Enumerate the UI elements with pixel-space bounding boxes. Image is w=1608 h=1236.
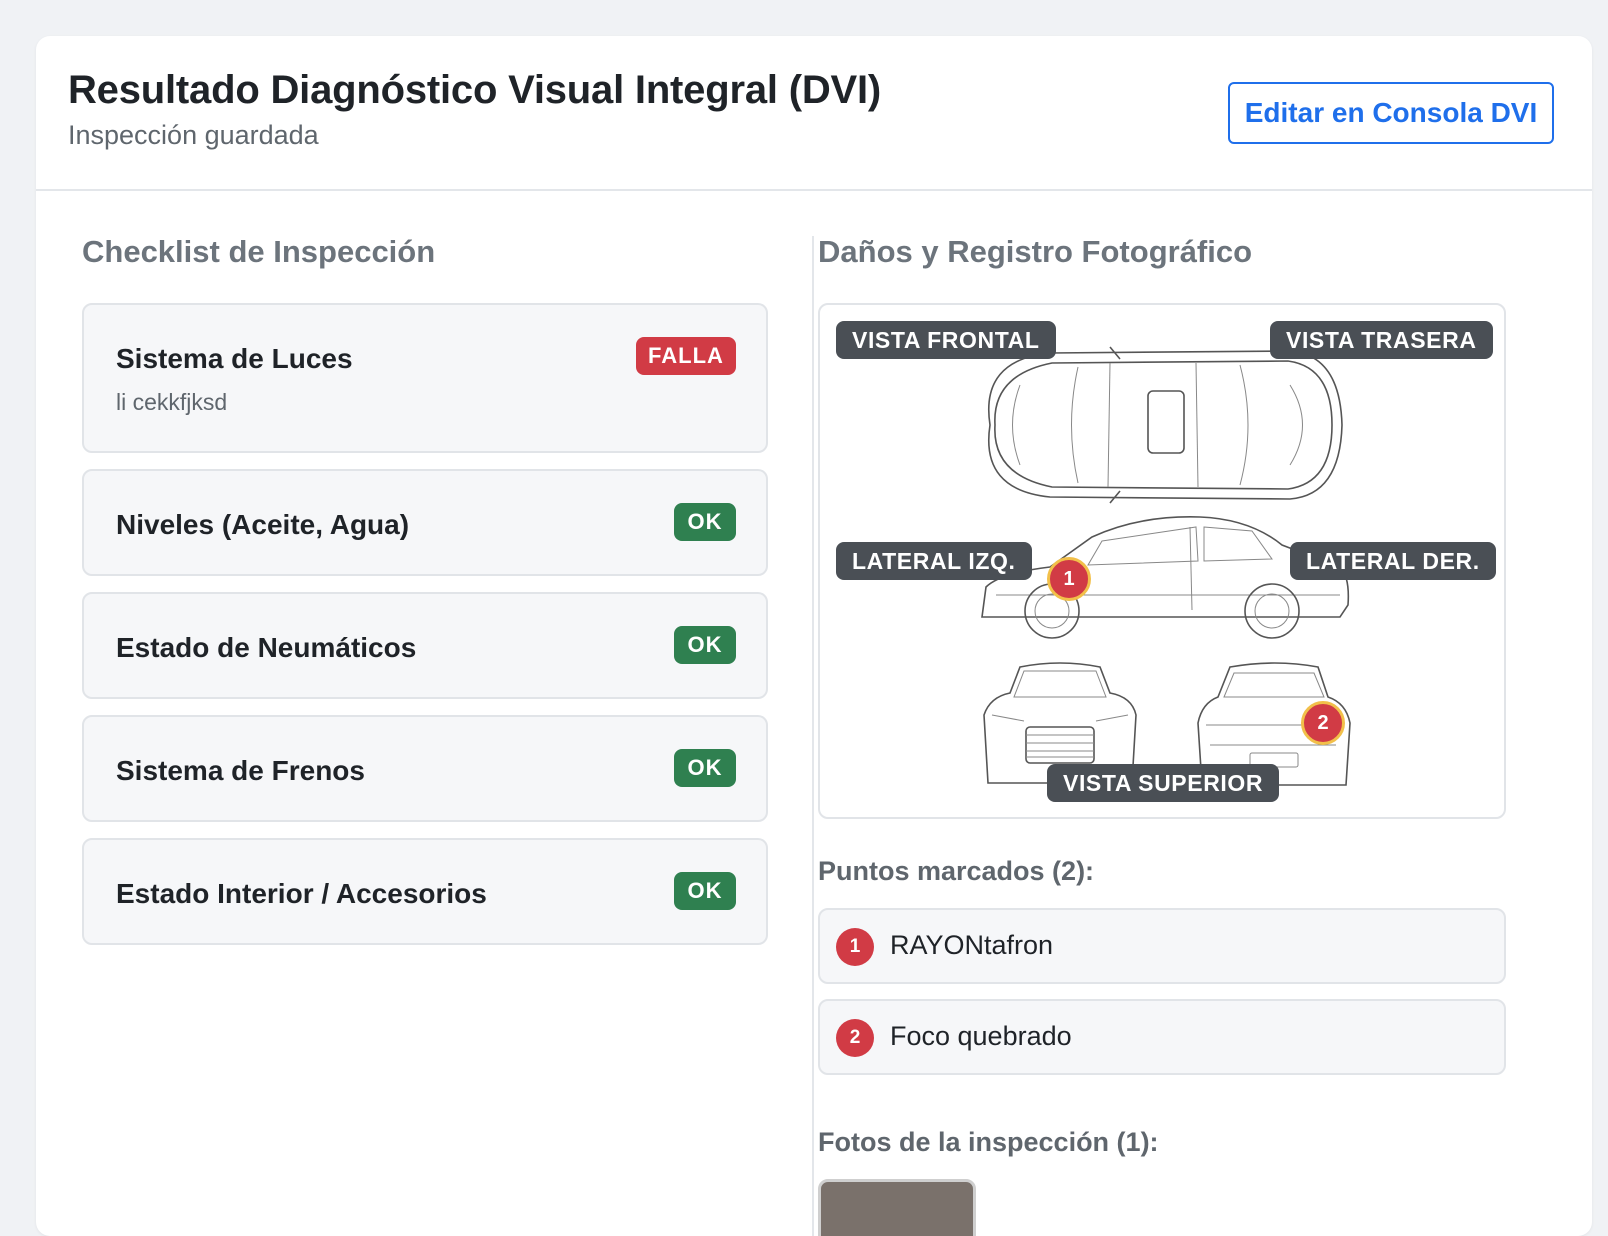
status-badge-ok: OK (674, 749, 736, 787)
damage-marker-1[interactable]: 1 (1047, 557, 1091, 601)
view-tag-front: VISTA FRONTAL (836, 321, 1056, 359)
checklist-item-tires: Estado de Neumáticos OK (82, 592, 768, 699)
status-badge-ok: OK (674, 626, 736, 664)
checklist-item-name: Estado de Neumáticos (116, 632, 417, 663)
checklist-item-name: Sistema de Frenos (116, 755, 365, 786)
card-header: Resultado Diagnóstico Visual Integral (D… (36, 36, 1592, 191)
view-tag-right: LATERAL DER. (1290, 542, 1496, 580)
view-tag-rear: VISTA TRASERA (1270, 321, 1493, 359)
point-description: Foco quebrado (890, 1021, 1072, 1051)
damage-marker-2[interactable]: 2 (1301, 701, 1345, 745)
damage-section-title: Daños y Registro Fotográfico (818, 234, 1253, 269)
checklist-item-note: li cekkfjksd (116, 389, 228, 415)
checklist-item-levels: Niveles (Aceite, Agua) OK (82, 469, 768, 576)
marked-point-item[interactable]: 2 Foco quebrado (818, 999, 1506, 1075)
point-number-badge: 1 (836, 928, 874, 966)
checklist-title: Checklist de Inspección (82, 234, 436, 269)
page-title: Resultado Diagnóstico Visual Integral (D… (68, 68, 882, 112)
status-badge-fail: FALLA (636, 337, 736, 375)
marked-point-item[interactable]: 1 RAYONtafron (818, 908, 1506, 984)
vehicle-damage-diagram[interactable]: VISTA FRONTAL VISTA TRASERA LATERAL IZQ.… (818, 303, 1506, 819)
checklist-item-name: Niveles (Aceite, Agua) (116, 509, 410, 540)
view-tag-left: LATERAL IZQ. (836, 542, 1032, 580)
inspection-photos-title: Fotos de la inspección (1): (818, 1127, 1159, 1157)
inspection-photo-thumbnail[interactable] (818, 1179, 976, 1236)
view-tag-top: VISTA SUPERIOR (1047, 764, 1280, 802)
dvi-result-card: Resultado Diagnóstico Visual Integral (D… (36, 36, 1592, 1236)
point-description: RAYONtafron (890, 930, 1054, 960)
checklist-item-brakes: Sistema de Frenos OK (82, 715, 768, 822)
point-number-badge: 2 (836, 1019, 874, 1057)
checklist-item-lights: Sistema de Luces li cekkfjksd FALLA (82, 303, 768, 453)
edit-dvi-console-button[interactable]: Editar en Consola DVI (1228, 82, 1554, 144)
checklist-item-name: Estado Interior / Accesorios (116, 878, 487, 909)
page-subtitle: Inspección guardada (68, 120, 319, 150)
status-badge-ok: OK (674, 503, 736, 541)
checklist-item-name: Sistema de Luces (116, 343, 353, 374)
status-badge-ok: OK (674, 872, 736, 910)
checklist-item-interior: Estado Interior / Accesorios OK (82, 838, 768, 945)
column-divider (812, 236, 814, 1236)
car-top-view (988, 346, 1343, 504)
marked-points-title: Puntos marcados (2): (818, 856, 1095, 886)
